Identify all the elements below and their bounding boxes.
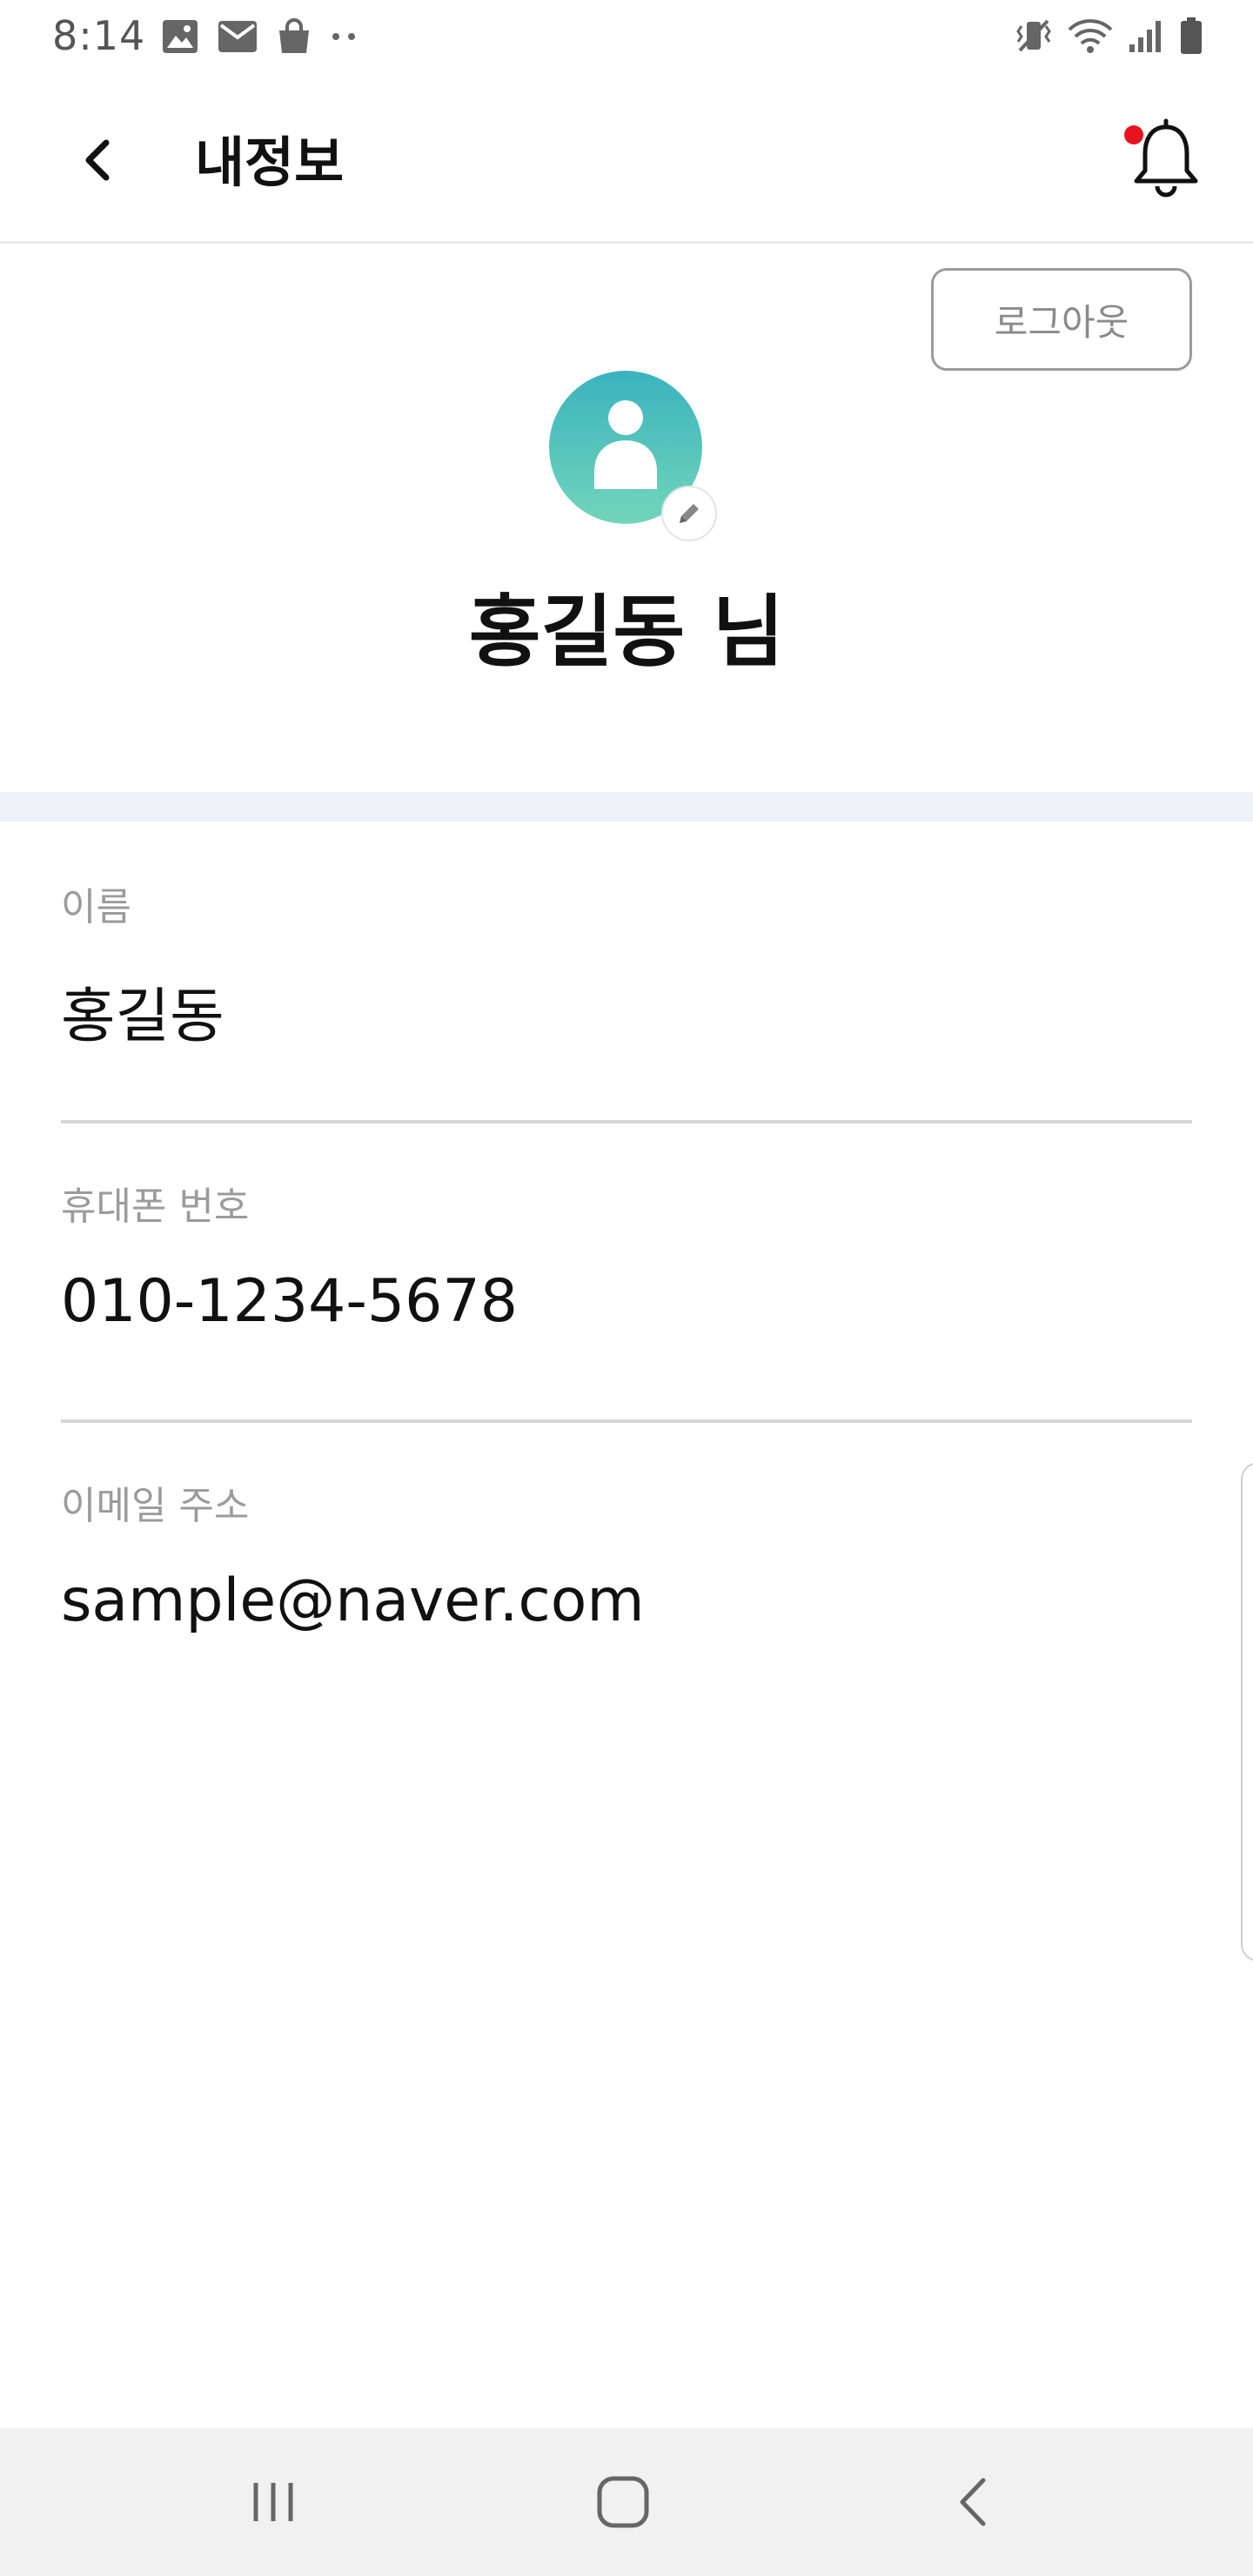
email-field: 이메일 주소 sample@naver.com [61,1474,1192,1635]
recent-apps-button[interactable] [221,2459,325,2546]
phone-field: 휴대폰 번호 010-1234-5678 [61,1175,1192,1336]
name-label: 이름 [61,885,131,929]
status-notification-icons [162,17,358,56]
field-divider [61,1120,1192,1124]
more-dots-icon [332,33,355,40]
pencil-icon [680,504,699,523]
home-icon [597,2476,649,2528]
name-field: 이름 홍길동 [61,875,1192,1054]
edge-panel-handle[interactable] [1241,1462,1253,1962]
profile-section: 로그아웃 홍길동 님 [0,246,1253,792]
app-bar: 내정보 [0,73,1253,244]
battery-icon [1181,17,1202,54]
name-value: 홍길동 [61,983,224,1051]
section-divider [0,792,1253,822]
profile-name: 홍길동 님 [468,587,785,678]
page-title: 내정보 [195,131,345,194]
status-bar: 8:14 [0,0,1253,73]
back-icon [960,2478,986,2526]
edit-profile-button[interactable] [661,486,717,541]
email-value: sample@naver.com [61,1566,645,1635]
back-button[interactable] [61,124,134,197]
chevron-left-icon [85,139,110,181]
vibrate-mute-icon [1016,19,1051,52]
system-navigation-bar [0,2428,1253,2576]
phone-label: 휴대폰 번호 [61,1184,250,1229]
shopping-bag-icon [279,18,309,53]
notification-badge [1124,125,1143,144]
wifi-icon [1068,19,1113,53]
nav-back-button[interactable] [921,2459,1025,2546]
mail-icon [218,21,257,52]
status-time: 8:14 [52,12,146,59]
signal-icon [1129,21,1161,52]
status-system-icons [1015,16,1203,56]
home-button[interactable] [571,2459,675,2546]
gallery-icon [163,20,198,53]
recent-apps-icon [253,2483,293,2521]
field-divider [61,1419,1192,1423]
phone-value: 010-1234-5678 [61,1267,518,1336]
email-label: 이메일 주소 [61,1484,250,1528]
logout-button[interactable]: 로그아웃 [931,268,1192,371]
